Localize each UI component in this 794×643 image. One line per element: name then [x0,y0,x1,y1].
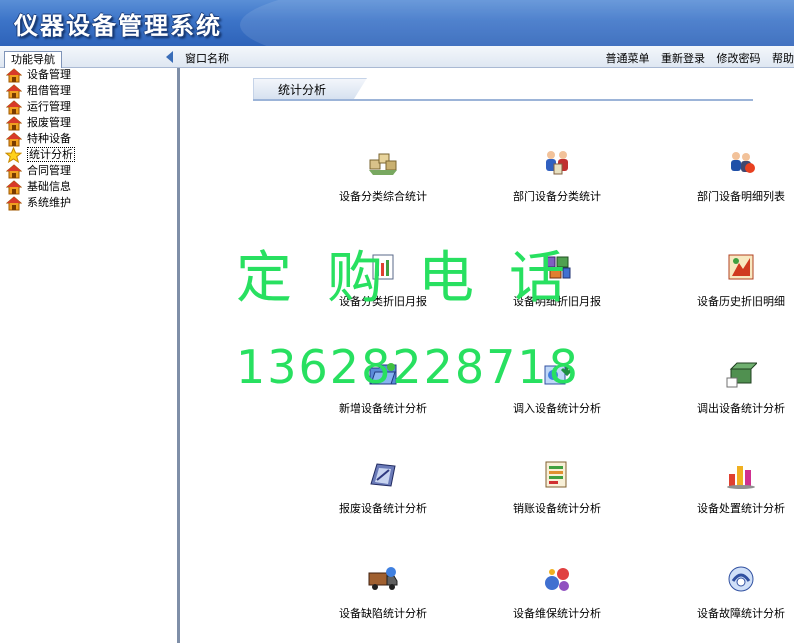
tile-label: 报废设备统计分析 [339,502,427,515]
tile-label: 设备处置统计分析 [697,502,785,515]
tile-label: 设备分类折旧月报 [339,295,427,308]
main-panel: 统计分析 设备分类综合统计 部门设备分类统计 部门设备明细列表设备分类折旧月报 设备明… [183,68,794,643]
new-folder-icon [367,358,399,390]
tile-13[interactable]: 设备维保统计分析 [467,563,647,633]
sidebar-item-label: 特种设备 [27,132,71,145]
maintenance-icon [541,563,573,595]
tile-label: 设备故障统计分析 [697,607,785,620]
boxes-icon [367,146,399,178]
menu-mode-link[interactable]: 普通菜单 [606,52,650,65]
sidebar-item-7[interactable]: 基础信息 [0,179,177,195]
app-title: 仪器设备管理系统 [14,11,222,40]
scrap-icon [367,458,399,490]
sidebar-item-8[interactable]: 系统维护 [0,195,177,211]
home-icon [5,164,23,179]
tile-5[interactable]: 设备历史折旧明细 [651,251,794,321]
tile-10[interactable]: 销账设备统计分析 [467,458,647,528]
change-password-link[interactable]: 修改密码 [717,52,761,65]
tile-label: 设备明细折旧月报 [513,295,601,308]
top-links: 普通菜单 重新登录 修改密码 帮助 [598,50,794,66]
tile-label: 销账设备统计分析 [513,502,601,515]
collapse-arrow-icon[interactable] [166,51,173,63]
tile-label: 设备缺陷统计分析 [339,607,427,620]
tile-label: 设备维保统计分析 [513,607,601,620]
tile-label: 部门设备明细列表 [697,190,785,203]
sidebar-item-0[interactable]: 设备管理 [0,67,177,83]
tile-label: 设备分类综合统计 [339,190,427,203]
tile-3[interactable]: 设备分类折旧月报 [293,251,473,321]
sidebar-item-label: 报废管理 [27,116,71,129]
tile-label: 调入设备统计分析 [513,402,601,415]
section-title: 统计分析 [253,78,367,100]
people-icon [725,146,757,178]
tile-2[interactable]: 部门设备明细列表 [651,146,794,216]
help-link[interactable]: 帮助 [772,52,794,65]
sidebar-item-label: 合同管理 [27,164,71,177]
tile-0[interactable]: 设备分类综合统计 [293,146,473,216]
export-box-icon [725,358,759,390]
sidebar-item-label: 运行管理 [27,100,71,113]
tile-label: 设备历史折旧明细 [697,295,785,308]
tile-8[interactable]: 调出设备统计分析 [651,358,794,428]
home-icon [5,116,23,131]
section-divider [253,99,753,101]
tile-7[interactable]: 调入设备统计分析 [467,358,647,428]
tile-14[interactable]: 设备故障统计分析 [651,563,794,633]
fault-icon [725,563,757,595]
sidebar-item-4[interactable]: 特种设备 [0,131,177,147]
tile-label: 新增设备统计分析 [339,402,427,415]
sidebar-item-label: 系统维护 [27,196,71,209]
home-icon [5,68,23,83]
tile-4[interactable]: 设备明细折旧月报 [467,251,647,321]
sidebar: 设备管理租借管理运行管理报废管理特种设备统计分析合同管理基础信息系统维护 [0,68,180,643]
truck-icon [367,563,399,595]
tile-1[interactable]: 部门设备分类统计 [467,146,647,216]
sidebar-item-label: 租借管理 [27,84,71,97]
sidebar-item-label: 统计分析 [27,147,75,162]
home-icon [5,180,23,195]
home-icon [5,132,23,147]
ledger-icon [541,458,573,490]
chart-icon [725,458,757,490]
sidebar-item-label: 基础信息 [27,180,71,193]
home-icon [5,196,23,211]
history-icon [725,251,757,283]
sidebar-item-label: 设备管理 [27,68,71,81]
tile-label: 部门设备分类统计 [513,190,601,203]
sidebar-item-5[interactable]: 统计分析 [0,146,177,164]
sidebar-item-2[interactable]: 运行管理 [0,99,177,115]
home-icon [5,84,23,99]
cubes-icon [541,251,573,283]
header-decoration [240,0,794,46]
tile-label: 调出设备统计分析 [697,402,785,415]
window-name-label: 窗口名称 [185,52,229,65]
sidebar-item-6[interactable]: 合同管理 [0,163,177,179]
team-icon [541,146,573,178]
tile-6[interactable]: 新增设备统计分析 [293,358,473,428]
home-icon [5,100,23,115]
report-icon [367,251,399,283]
nav-tab[interactable]: 功能导航 [4,51,62,68]
sidebar-item-1[interactable]: 租借管理 [0,83,177,99]
tile-11[interactable]: 设备处置统计分析 [651,458,794,528]
relogin-link[interactable]: 重新登录 [661,52,705,65]
tile-9[interactable]: 报废设备统计分析 [293,458,473,528]
app-header: 仪器设备管理系统 [0,0,794,46]
sidebar-item-3[interactable]: 报废管理 [0,115,177,131]
star-icon [4,146,23,164]
tile-12[interactable]: 设备缺陷统计分析 [293,563,473,633]
toolbar: 功能导航 窗口名称 普通菜单 重新登录 修改密码 帮助 [0,46,794,68]
import-icon [541,358,574,390]
